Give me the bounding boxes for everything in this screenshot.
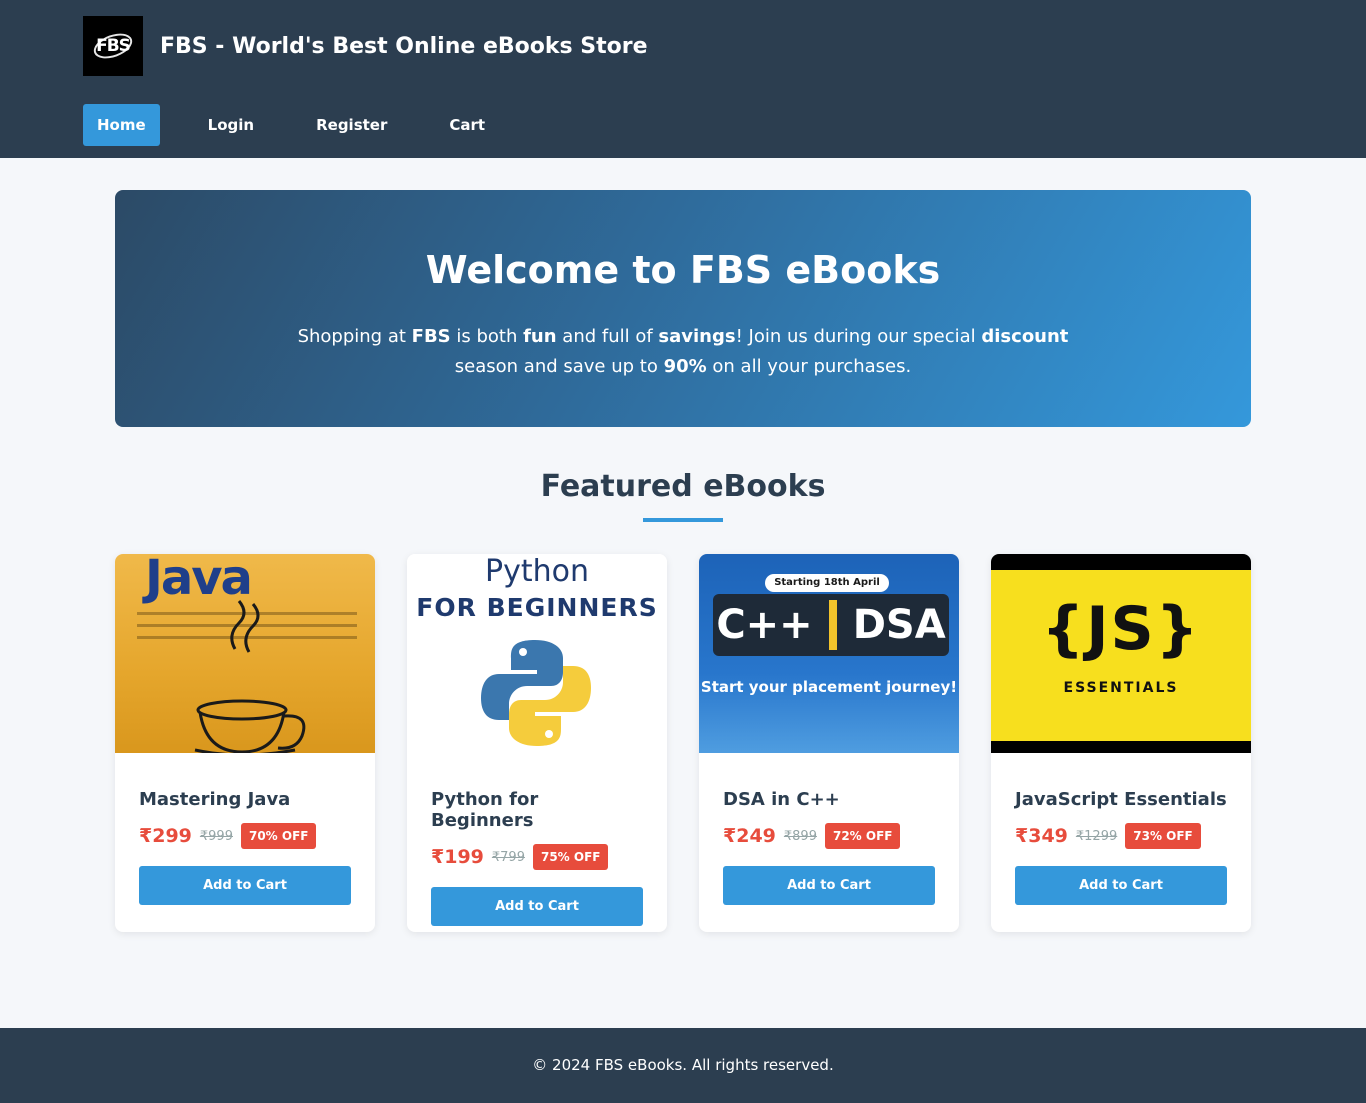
hero-bold-fun: fun [523, 326, 557, 347]
cover-tagline: Start your placement journey! [700, 678, 958, 696]
book-title: DSA in C++ [723, 789, 840, 810]
card-body: JavaScript Essentials ₹349 ₹1299 73% OFF… [991, 753, 1251, 905]
book-old-price: ₹899 [783, 828, 817, 844]
book-price: ₹349 [1015, 825, 1068, 847]
book-card: Starting 18th April C++ DSA Start your p… [699, 554, 959, 932]
nav-home-link[interactable]: Home [83, 104, 160, 146]
site-logo[interactable]: FBS [83, 16, 143, 76]
book-old-price: ₹799 [491, 849, 525, 865]
discount-badge: 70% OFF [240, 823, 317, 849]
logo-text: FBS [96, 36, 131, 56]
hero-description: Shopping at FBS is both fun and full of … [288, 322, 1078, 382]
hero-bold-discount: discount [981, 326, 1069, 347]
card-body: DSA in C++ ₹249 ₹899 72% OFF Add to Cart [699, 753, 959, 905]
hero-banner: Welcome to FBS eBooks Shopping at FBS is… [115, 190, 1251, 427]
featured-title: Featured eBooks [540, 469, 826, 504]
coffee-cup-icon [194, 600, 306, 753]
cover-title-right: DSA [852, 602, 946, 648]
hero-heading: Welcome to FBS eBooks [425, 248, 941, 292]
cover-subtitle: ESSENTIALS [1063, 680, 1179, 696]
cover-title-left: C++ [716, 602, 813, 648]
book-cover-java[interactable]: Java [115, 554, 375, 753]
discount-badge: 75% OFF [532, 844, 609, 870]
book-price: ₹299 [139, 825, 192, 847]
cover-title-box: C++ DSA [713, 594, 949, 656]
hero-bold-percent: 90% [663, 356, 707, 377]
book-old-price: ₹1299 [1075, 828, 1118, 844]
hero-text: season and save up to [454, 356, 664, 377]
hero-text: ! Join us during our special [735, 326, 982, 347]
cover-subtitle: FOR BEGINNERS [416, 593, 658, 622]
price-row: ₹349 ₹1299 73% OFF [1015, 823, 1227, 849]
hero-text: and full of [556, 326, 659, 347]
hero-text: Shopping at [297, 326, 412, 347]
discount-badge: 72% OFF [824, 823, 901, 849]
nav-cart-link[interactable]: Cart [435, 104, 499, 146]
book-cover-cpp[interactable]: Starting 18th April C++ DSA Start your p… [699, 554, 959, 753]
title-underline [643, 518, 723, 522]
python-logo-icon [481, 640, 591, 746]
cover-title: Python [485, 554, 589, 589]
book-title: JavaScript Essentials [1015, 789, 1227, 810]
price-row: ₹299 ₹999 70% OFF [139, 823, 351, 849]
book-cover-python[interactable]: Python FOR BEGINNERS [407, 554, 667, 753]
book-cover-js[interactable]: {JS} ESSENTIALS [991, 554, 1251, 753]
cover-date-pill: Starting 18th April [765, 574, 889, 592]
nav-register-link[interactable]: Register [302, 104, 401, 146]
card-body: Mastering Java ₹299 ₹999 70% OFF Add to … [115, 753, 375, 905]
book-title: Python for Beginners [431, 789, 539, 831]
site-footer: © 2024 FBS eBooks. All rights reserved. [0, 1028, 1366, 1103]
hero-bold-savings: savings [658, 326, 736, 347]
site-header: FBS FBS - World's Best Online eBooks Sto… [0, 0, 1366, 158]
add-to-cart-button[interactable]: Add to Cart [1015, 866, 1227, 905]
price-row: ₹199 ₹799 75% OFF [431, 844, 643, 870]
hero-text: on all your purchases. [706, 356, 912, 377]
add-to-cart-button[interactable]: Add to Cart [723, 866, 935, 905]
nav-login-link[interactable]: Login [194, 104, 268, 146]
add-to-cart-button[interactable]: Add to Cart [431, 887, 643, 926]
book-card: Java Mastering Java ₹299 ₹999 70% OFF Ad… [115, 554, 375, 932]
card-body: Python for Beginners ₹199 ₹799 75% OFF A… [407, 753, 667, 926]
site-title: FBS - World's Best Online eBooks Store [160, 33, 648, 59]
brand-row: FBS FBS - World's Best Online eBooks Sto… [83, 16, 1283, 76]
book-grid: Java Mastering Java ₹299 ₹999 70% OFF Ad… [115, 554, 1251, 932]
cover-separator [828, 600, 837, 650]
book-card: Python FOR BEGINNERS Python for Beginner… [407, 554, 667, 932]
add-to-cart-button[interactable]: Add to Cart [139, 866, 351, 905]
book-old-price: ₹999 [199, 828, 233, 844]
book-price: ₹249 [723, 825, 776, 847]
book-card: {JS} ESSENTIALS JavaScript Essentials ₹3… [991, 554, 1251, 932]
hero-text: is both [450, 326, 524, 347]
price-row: ₹249 ₹899 72% OFF [723, 823, 935, 849]
main-nav: Home Login Register Cart [83, 104, 1283, 146]
discount-badge: 73% OFF [1125, 823, 1201, 849]
hero-bold-brand: FBS [411, 326, 451, 347]
footer-copyright: © 2024 FBS eBooks. All rights reserved. [532, 1056, 834, 1074]
book-price: ₹199 [431, 846, 484, 868]
cover-title: {JS} [1041, 594, 1201, 664]
book-title: Mastering Java [139, 789, 291, 810]
